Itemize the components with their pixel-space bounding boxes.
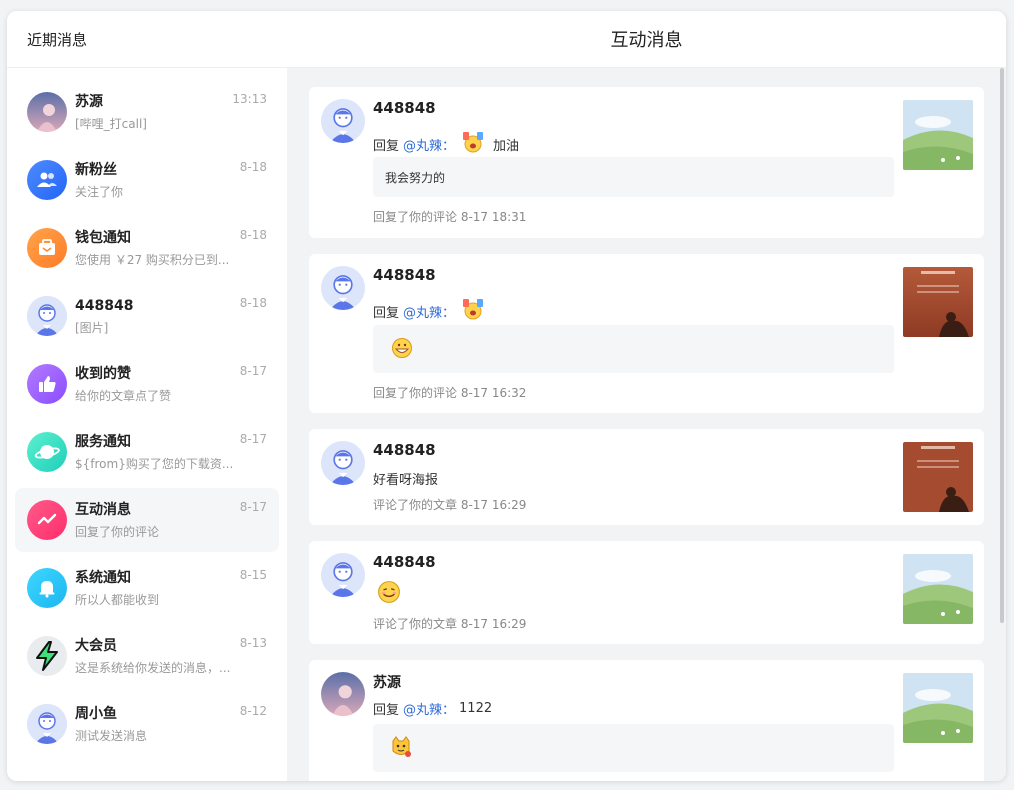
- post-thumbnail[interactable]: [903, 442, 973, 512]
- conversation-item[interactable]: 收到的赞 给你的文章点了赞 8-17: [15, 352, 279, 416]
- message-user: 苏源: [373, 675, 401, 691]
- interaction-icon: [27, 500, 67, 540]
- avatar: [321, 266, 365, 310]
- conversation-time: 8-18: [239, 228, 267, 242]
- conversation-item[interactable]: 新粉丝 关注了你 8-18: [15, 148, 279, 212]
- avatar: [321, 672, 365, 716]
- conversation-preview: 您使用 ￥27 购买积分已到...: [75, 252, 230, 267]
- quoted-comment: [373, 325, 894, 373]
- thumbs-up-icon: [27, 364, 67, 404]
- conversation-preview: 回复了你的评论: [75, 524, 160, 539]
- conversation-preview: 关注了你: [75, 184, 124, 199]
- message-meta: 回复了你的评论 8-17 18:31: [373, 210, 527, 224]
- message-user: 448848: [373, 99, 436, 117]
- avatar: [27, 704, 67, 744]
- scrollbar[interactable]: [1000, 68, 1004, 623]
- conversation-item[interactable]: 大会员 这是系统给你发送的消息，... 8-13: [15, 624, 279, 688]
- message-text: 加油: [493, 138, 520, 154]
- message-user: 448848: [373, 266, 436, 284]
- conversation-preview: 给你的文章点了赞: [75, 388, 172, 403]
- mention-link[interactable]: @丸辣：: [403, 302, 455, 321]
- messages-window: 近期消息 苏源 [哔哩_打call] 13:13 新粉丝 关注了你 8-18 钱…: [7, 11, 1006, 781]
- reply-prefix: 回复: [373, 305, 400, 321]
- message-feed[interactable]: 448848 回复 @丸辣： 加油 我会努力的 回复了你的评论 8-17 18:…: [287, 68, 1006, 781]
- message-card[interactable]: 448848 回复 @丸辣： 回复了你的评论 8-17 16:32: [309, 254, 984, 413]
- conversation-preview: [哔哩_打call]: [75, 116, 147, 131]
- conversation-name: 互动消息: [75, 501, 131, 518]
- message-user: 448848: [373, 553, 436, 571]
- cat-emoji-icon: [389, 735, 413, 762]
- conversation-item[interactable]: 周小鱼 测试发送消息 8-12: [15, 692, 279, 756]
- lightning-icon: [27, 636, 67, 676]
- conversation-time: 8-13: [239, 636, 267, 650]
- conversation-time: 13:13: [232, 92, 267, 106]
- conversation-name: 服务通知: [75, 433, 131, 450]
- conversation-preview: 测试发送消息: [75, 728, 148, 743]
- panel-title: 互动消息: [287, 11, 1006, 68]
- avatar: [321, 441, 365, 485]
- message-text: 1122: [459, 701, 493, 716]
- mention-link[interactable]: @丸辣：: [403, 135, 455, 154]
- grin-emoji-icon: [391, 337, 413, 362]
- conversation-name: 周小鱼: [75, 705, 117, 722]
- mention-link[interactable]: @丸辣：: [403, 699, 455, 718]
- conversation-name: 大会员: [75, 637, 117, 654]
- post-thumbnail[interactable]: [903, 100, 973, 170]
- conversation-preview: 这是系统给你发送的消息，...: [75, 660, 231, 675]
- message-card[interactable]: 苏源 回复 @丸辣： 1122: [309, 660, 984, 781]
- conversation-name: 448848: [75, 297, 134, 314]
- planet-icon: [27, 432, 67, 472]
- avatar: [321, 99, 365, 143]
- message-meta: 评论了你的文章 8-17 16:29: [373, 617, 527, 631]
- reply-prefix: 回复: [373, 703, 400, 718]
- cheer-emoji-icon: [461, 298, 485, 324]
- sidebar-title: 近期消息: [7, 11, 287, 68]
- conversation-name: 系统通知: [75, 569, 131, 586]
- reply-prefix: 回复: [373, 138, 400, 154]
- post-thumbnail[interactable]: [903, 267, 973, 337]
- avatar: [27, 92, 67, 132]
- conversation-item[interactable]: 系统通知 所以人都能收到 8-15: [15, 556, 279, 620]
- conversation-list: 苏源 [哔哩_打call] 13:13 新粉丝 关注了你 8-18 钱包通知 您…: [7, 68, 287, 756]
- message-meta: 评论了你的文章 8-17 16:29: [373, 498, 527, 512]
- avatar: [27, 296, 67, 336]
- conversation-item[interactable]: 448848 [图片] 8-18: [15, 284, 279, 348]
- post-thumbnail[interactable]: [903, 673, 973, 743]
- conversation-time: 8-17: [239, 500, 267, 514]
- message-card[interactable]: 448848 回复 @丸辣： 加油 我会努力的 回复了你的评论 8-17 18:…: [309, 87, 984, 238]
- post-thumbnail[interactable]: [903, 554, 973, 624]
- conversation-item[interactable]: 钱包通知 您使用 ￥27 购买积分已到... 8-18: [15, 216, 279, 280]
- message-card[interactable]: 448848 好看呀海报 评论了你的文章 8-17 16:29: [309, 429, 984, 525]
- conversation-sidebar: 近期消息 苏源 [哔哩_打call] 13:13 新粉丝 关注了你 8-18 钱…: [7, 11, 287, 781]
- bell-icon: [27, 568, 67, 608]
- conversation-time: 8-15: [239, 568, 267, 582]
- conversation-name: 钱包通知: [75, 229, 131, 246]
- message-card[interactable]: 448848 评论了你的文章 8-17 16:29: [309, 541, 984, 644]
- message-panel: 互动消息 448848 回复 @丸辣： 加油 我会努力的 回复了你的评论 8-1…: [287, 11, 1006, 781]
- conversation-time: 8-18: [239, 160, 267, 174]
- conversation-time: 8-12: [239, 704, 267, 718]
- cheer-emoji-icon: [461, 131, 485, 157]
- quoted-comment: [373, 724, 894, 772]
- conversation-time: 8-17: [239, 364, 267, 378]
- avatar: [321, 553, 365, 597]
- conversation-time: 8-18: [239, 296, 267, 310]
- conversation-item[interactable]: 苏源 [哔哩_打call] 13:13: [15, 80, 279, 144]
- conversation-preview: ${from}购买了您的下载资...: [75, 456, 234, 471]
- users-icon: [27, 160, 67, 200]
- wallet-icon: [27, 228, 67, 268]
- conversation-preview: [图片]: [75, 320, 109, 335]
- conversation-item[interactable]: 服务通知 ${from}购买了您的下载资... 8-17: [15, 420, 279, 484]
- conversation-preview: 所以人都能收到: [75, 592, 160, 607]
- quoted-comment: 我会努力的: [373, 157, 894, 197]
- conversation-name: 新粉丝: [75, 161, 117, 178]
- smile-emoji-icon: [377, 580, 401, 604]
- conversation-item-active[interactable]: 互动消息 回复了你的评论 8-17: [15, 488, 279, 552]
- conversation-time: 8-17: [239, 432, 267, 446]
- message-user: 448848: [373, 441, 436, 459]
- message-meta: 回复了你的评论 8-17 16:32: [373, 386, 527, 400]
- conversation-name: 收到的赞: [75, 365, 131, 382]
- message-text: 好看呀海报: [373, 473, 439, 488]
